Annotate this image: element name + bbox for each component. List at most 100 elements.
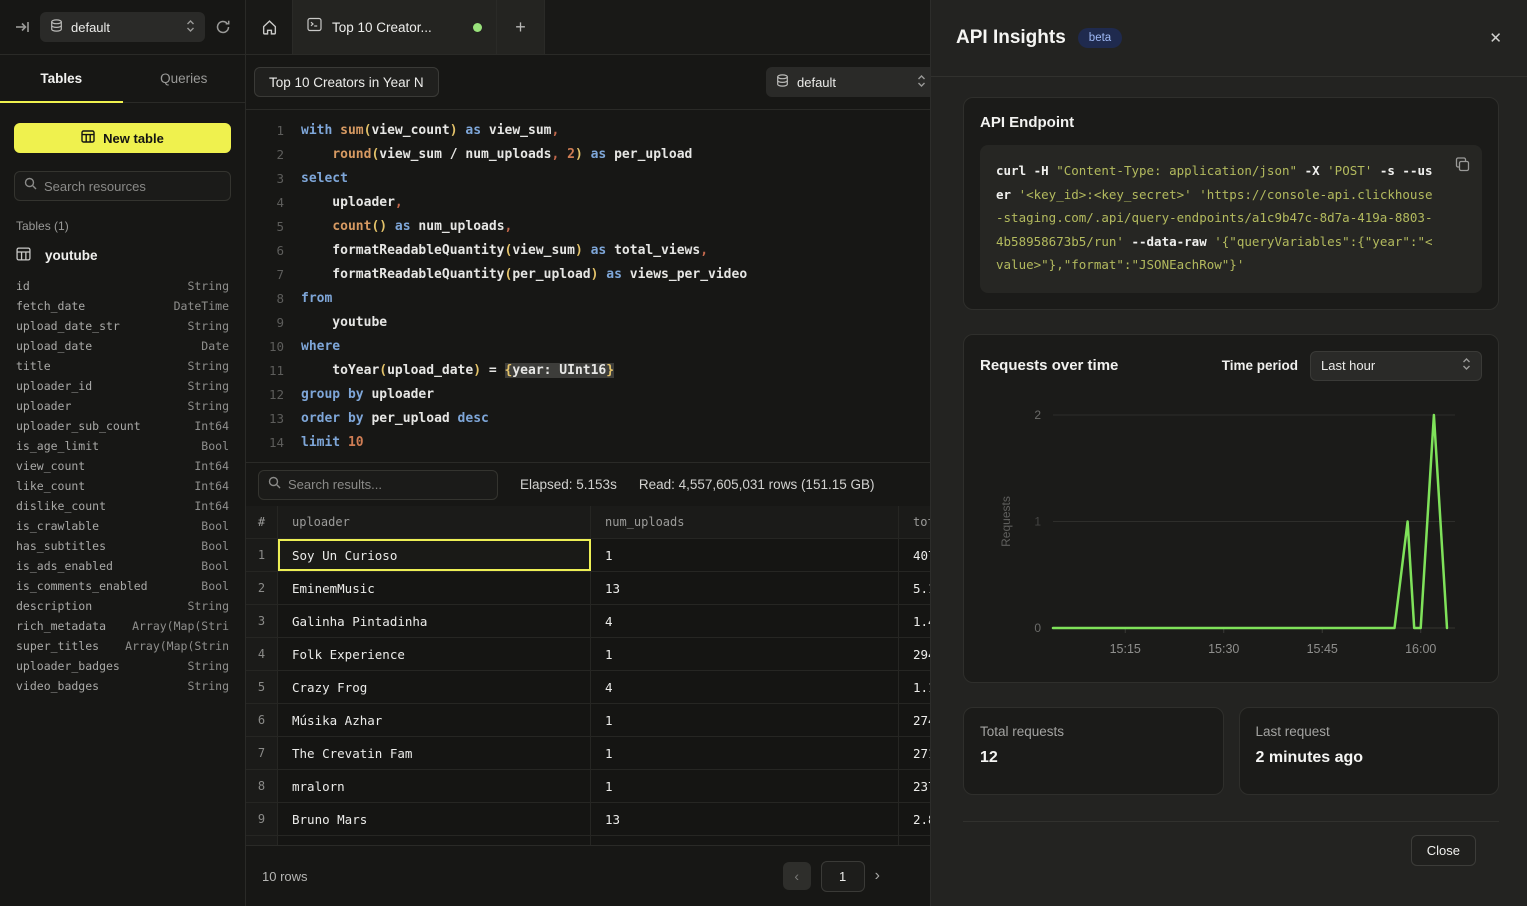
collapse-sidebar-icon[interactable]	[14, 19, 30, 35]
table-cell[interactable]: 1	[246, 539, 278, 571]
previous-page-button[interactable]: ‹	[783, 862, 811, 890]
sql-editor[interactable]: 1with sum(view_count) as view_sum,2 roun…	[246, 110, 930, 462]
chevron-updown-icon	[917, 74, 926, 91]
tab-queries[interactable]: Queries	[123, 55, 246, 102]
table-cell[interactable]: Bruno Mars	[278, 803, 591, 835]
table-cell[interactable]: 9	[246, 803, 278, 835]
chart-container: 01215:1515:3015:4516:00Requests	[980, 395, 1482, 672]
query-tab[interactable]: Top 10 Creator...	[293, 0, 497, 54]
time-period-select[interactable]: Last hour	[1310, 351, 1482, 381]
table-cell[interactable]: 274	[899, 704, 930, 736]
table-cell[interactable]: 5	[246, 671, 278, 703]
rows-read-stats: Read: 4,557,605,031 rows (151.15 GB)	[639, 477, 875, 492]
svg-text:2: 2	[1034, 408, 1041, 422]
table-cell[interactable]: 4	[591, 671, 899, 703]
schema-column-row: upload_dateDate	[16, 336, 229, 356]
chevron-right-icon: ›	[875, 867, 880, 884]
table-cell[interactable]: Galinha Pintadinha	[278, 605, 591, 637]
requests-title: Requests over time	[980, 357, 1118, 374]
search-resources-input[interactable]	[44, 179, 221, 194]
tab-tables-label: Tables	[40, 71, 82, 86]
table-cell[interactable]: The Crevatin Fam	[278, 737, 591, 769]
table-cell[interactable]: 294	[899, 638, 930, 670]
table-cell[interactable]: 3	[246, 605, 278, 637]
table-cell[interactable]	[246, 836, 278, 845]
table-cell[interactable]: 271	[899, 737, 930, 769]
table-cell[interactable]: Músika Azhar	[278, 704, 591, 736]
table-row: 7The Crevatin Fam1271	[246, 737, 930, 770]
table-cell[interactable]: 1	[591, 638, 899, 670]
new-tab-button[interactable]: +	[497, 0, 545, 54]
pagination: ‹ 1 ›	[783, 861, 880, 892]
table-cell[interactable]: 1.1	[899, 671, 930, 703]
table-cell[interactable]: mralorn	[278, 770, 591, 802]
table-row: 5Crazy Frog41.1	[246, 671, 930, 704]
close-button[interactable]: Close	[1411, 835, 1476, 866]
table-cell[interactable]: 7	[246, 737, 278, 769]
chevron-updown-icon	[1462, 357, 1471, 374]
table-cell[interactable]: 13	[591, 803, 899, 835]
schema-column-row: uploader_idString	[16, 376, 229, 396]
query-toolbar: Top 10 Creators in Year N default	[246, 55, 930, 110]
table-cell[interactable]	[278, 836, 591, 845]
stats-row: Total requests 12 Last request 2 minutes…	[963, 707, 1499, 795]
column-header: tot	[899, 506, 930, 538]
table-icon	[16, 247, 31, 264]
table-row: 1Soy Un Curioso1407	[246, 539, 930, 572]
last-request-value: 2 minutes ago	[1256, 749, 1483, 767]
schema-column-row: super_titlesArray(Map(Strin	[16, 636, 229, 656]
table-cell[interactable]	[899, 836, 930, 845]
query-title-button[interactable]: Top 10 Creators in Year N	[254, 67, 439, 97]
table-cell[interactable]: 4	[591, 605, 899, 637]
sidebar: default Tables Queries New table	[0, 0, 246, 906]
tab-queries-label: Queries	[160, 71, 207, 86]
new-table-label: New table	[103, 131, 164, 146]
schema-column-row: video_badgesString	[16, 676, 229, 696]
table-cell[interactable]: 2.8	[899, 803, 930, 835]
table-row: 6Músika Azhar1274	[246, 704, 930, 737]
table-cell[interactable]: 1	[591, 770, 899, 802]
refresh-icon[interactable]	[215, 19, 231, 35]
results-footer: 10 rows ‹ 1 ›	[246, 845, 930, 906]
panel-body: API Endpoint curl -H "Content-Type: appl…	[931, 77, 1527, 906]
tab-tables[interactable]: Tables	[0, 55, 123, 102]
query-database-selector[interactable]: default	[766, 67, 930, 97]
table-cell[interactable]: 8	[246, 770, 278, 802]
table-cell[interactable]	[591, 836, 899, 845]
sidebar-topbar: default	[0, 0, 245, 55]
next-page-button[interactable]: ›	[875, 867, 880, 885]
table-cell[interactable]: 1	[591, 704, 899, 736]
search-results-input[interactable]	[288, 477, 488, 492]
table-cell[interactable]: Soy Un Curioso	[278, 539, 591, 571]
table-cell[interactable]: EminemMusic	[278, 572, 591, 604]
table-row: 4Folk Experience1294	[246, 638, 930, 671]
close-panel-icon[interactable]: ✕	[1489, 29, 1502, 47]
table-cell[interactable]: Folk Experience	[278, 638, 591, 670]
table-cell[interactable]: 2	[246, 572, 278, 604]
sidebar-item-youtube-table[interactable]: youtube	[14, 245, 231, 266]
copy-icon[interactable]	[1455, 157, 1470, 175]
schema-column-row: descriptionString	[16, 596, 229, 616]
schema-column-row: idString	[16, 276, 229, 296]
table-cell[interactable]: 4	[246, 638, 278, 670]
table-cell[interactable]: 6	[246, 704, 278, 736]
table-cell[interactable]: 1	[591, 539, 899, 571]
table-cell[interactable]: 1	[591, 737, 899, 769]
editor-line: 7 formatReadableQuantity(per_upload) as …	[258, 262, 930, 286]
database-selector[interactable]: default	[40, 12, 205, 42]
last-request-label: Last request	[1256, 724, 1483, 739]
table-cell[interactable]: 237	[899, 770, 930, 802]
table-cell[interactable]: 1.4	[899, 605, 930, 637]
editor-line: 6 formatReadableQuantity(view_sum) as to…	[258, 238, 930, 262]
svg-text:0: 0	[1034, 621, 1041, 635]
last-request-card: Last request 2 minutes ago	[1239, 707, 1500, 795]
table-cell[interactable]: 13	[591, 572, 899, 604]
table-cell[interactable]: 5.1	[899, 572, 930, 604]
new-table-button[interactable]: New table	[14, 123, 231, 153]
unsaved-indicator-dot	[473, 23, 482, 32]
table-header-row: #uploadernum_uploadstot	[246, 506, 930, 539]
home-button[interactable]	[246, 0, 293, 54]
svg-text:15:30: 15:30	[1208, 642, 1239, 656]
table-cell[interactable]: 407	[899, 539, 930, 571]
table-cell[interactable]: Crazy Frog	[278, 671, 591, 703]
